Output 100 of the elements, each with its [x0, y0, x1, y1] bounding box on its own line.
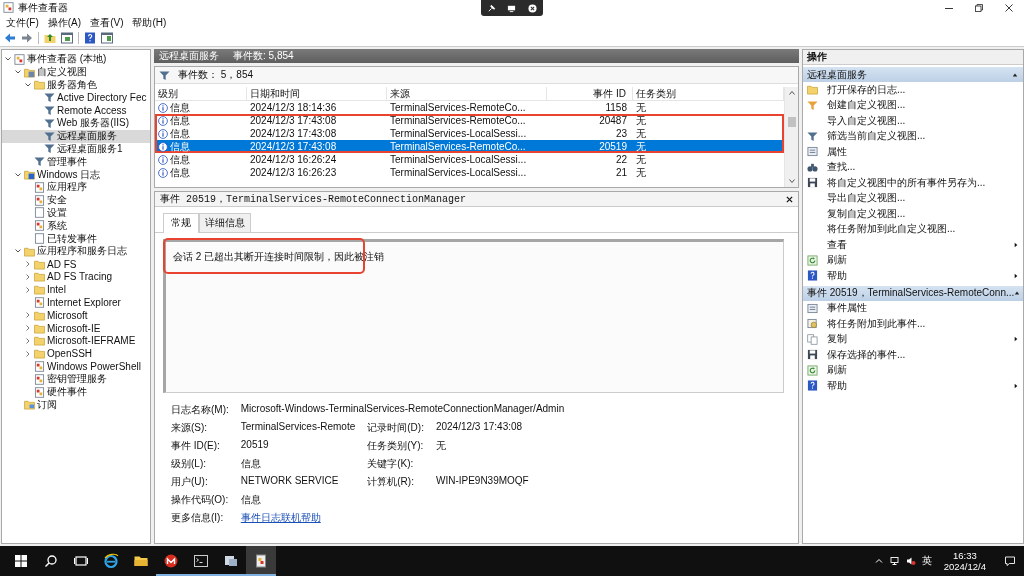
tree-item[interactable]: 服务器角色	[2, 78, 150, 92]
action-item[interactable]: 导入自定义视图...	[803, 113, 1023, 129]
tree-item[interactable]: 已转发事件	[2, 232, 150, 245]
action-item[interactable]: 筛选当前自定义视图...	[803, 128, 1023, 144]
action-item[interactable]: 属性	[803, 144, 1023, 160]
tree-item[interactable]: 硬件事件	[2, 385, 150, 399]
chevron-right-icon[interactable]	[24, 349, 32, 358]
tree-item[interactable]: OpenSSH	[2, 347, 150, 361]
action-item[interactable]: 创建自定义视图...	[803, 97, 1023, 113]
folder-up-icon[interactable]	[44, 32, 56, 44]
tree-item[interactable]: 安全	[2, 193, 150, 207]
pin-icon[interactable]	[486, 3, 496, 13]
table-row[interactable]: 信息 2024/12/3 17:43:08 TerminalServices-LocalSessi... 23 无	[155, 127, 784, 140]
tree-item[interactable]: 管理事件	[2, 155, 150, 169]
section-header[interactable]: 事件 20519，TerminalServices-RemoteConn...	[803, 285, 1023, 301]
tree-item[interactable]: Web 服务器(IIS)	[2, 117, 150, 130]
menu-item[interactable]: 帮助(H)	[132, 15, 167, 30]
tree-item[interactable]: AD FS Tracing	[2, 270, 150, 284]
action-item[interactable]: 导出自定义视图...	[803, 190, 1023, 206]
tree-item[interactable]: Intel	[2, 283, 150, 297]
scroll-up-icon[interactable]	[787, 89, 796, 97]
action-item[interactable]: 打开保存的日志...	[803, 82, 1023, 98]
network-icon[interactable]	[889, 556, 900, 566]
action-item[interactable]: 查看	[803, 237, 1023, 253]
chevron-right-icon[interactable]	[24, 336, 32, 345]
tree-item[interactable]: Remote Access	[2, 104, 150, 117]
action-item[interactable]: 将任务附加到此自定义视图...	[803, 221, 1023, 237]
tree-item[interactable]: Microsoft-IEFRAME	[2, 334, 150, 348]
console-icon[interactable]	[61, 32, 73, 44]
table-cell-text: 20487	[598, 115, 628, 126]
collapse-arrow-icon[interactable]	[1012, 71, 1018, 78]
chevron-right-icon[interactable]	[24, 285, 32, 294]
console-icon[interactable]	[101, 32, 113, 44]
action-item[interactable]: 帮助	[803, 268, 1023, 284]
tree-item[interactable]: Internet Explorer	[2, 296, 150, 309]
action-item[interactable]: 复制	[803, 331, 1023, 347]
volume-muted-icon[interactable]	[905, 556, 916, 566]
tree-item[interactable]: 设置	[2, 206, 150, 220]
tree-item[interactable]: 订阅	[2, 398, 150, 412]
scroll-down-icon[interactable]	[787, 177, 796, 185]
monitor-icon[interactable]	[507, 3, 517, 13]
table-row[interactable]: 信息 2024/12/3 16:26:23 TerminalServices-LocalSessi... 21 无	[155, 166, 784, 179]
help-link[interactable]: 事件日志联机帮助	[240, 511, 321, 525]
action-item[interactable]: 帮助	[803, 378, 1023, 394]
tree-item[interactable]: 应用程序	[2, 180, 150, 194]
action-item[interactable]: 查找...	[803, 159, 1023, 175]
table-row[interactable]: 信息 2024/12/3 17:43:08 TerminalServices-RemoteCo... 20519 无	[155, 140, 784, 153]
tab[interactable]: 详细信息	[199, 213, 251, 232]
tree-item[interactable]: Windows PowerShell	[2, 360, 150, 373]
tab[interactable]: 常规	[163, 213, 199, 233]
column-header[interactable]: 来源	[387, 87, 547, 100]
tree-item[interactable]: 自定义视图	[2, 65, 150, 79]
table-row[interactable]: 信息 2024/12/3 17:43:08 TerminalServices-RemoteCo... 20487 无	[155, 114, 784, 127]
chevron-right-icon[interactable]	[24, 324, 32, 333]
tree-item[interactable]: 密钥管理服务	[2, 372, 150, 386]
notification-icon[interactable]	[1004, 555, 1016, 567]
tree-item[interactable]: Active Directory Fec	[2, 91, 150, 105]
tree-item[interactable]: 远程桌面服务1	[2, 142, 150, 156]
clock[interactable]: 16:33 2024/12/4	[937, 550, 992, 572]
tree-item[interactable]: Microsoft-IE	[2, 321, 150, 335]
action-item[interactable]: 事件属性	[803, 300, 1023, 316]
scroll-thumb[interactable]	[787, 117, 796, 127]
action-item[interactable]: 刷新	[803, 362, 1023, 378]
action-item[interactable]: 刷新	[803, 252, 1023, 268]
chevron-right-icon[interactable]	[24, 311, 32, 320]
action-item[interactable]: 保存选择的事件...	[803, 347, 1023, 363]
tree-item[interactable]: 远程桌面服务	[2, 129, 150, 143]
actions-header: 操作	[803, 50, 1023, 65]
tree-item[interactable]: 系统	[2, 219, 150, 233]
input-language[interactable]: 英	[921, 554, 932, 568]
table-row[interactable]: 信息 2024/12/3 18:14:36 TerminalServices-RemoteCo... 1158 无	[155, 101, 784, 114]
tree-item[interactable]: 应用程序和服务日志	[2, 244, 150, 258]
tree-item[interactable]: 事件查看器 (本地)	[2, 53, 150, 66]
close-icon[interactable]	[528, 3, 538, 13]
column-header[interactable]: 级别	[155, 87, 247, 100]
column-header[interactable]: 事件 ID	[547, 87, 633, 100]
action-item[interactable]: 复制自定义视图...	[803, 206, 1023, 222]
chevron-right-icon[interactable]	[24, 272, 32, 281]
collapse-arrow-icon[interactable]	[1014, 290, 1021, 296]
chevron-right-icon[interactable]	[24, 260, 32, 269]
column-header[interactable]: 日期和时间	[247, 87, 387, 100]
table-row[interactable]: 信息 2024/12/3 16:26:24 TerminalServices-LocalSessi... 22 无	[155, 153, 784, 166]
menu-item[interactable]: 操作(A)	[47, 15, 82, 30]
action-item[interactable]: 将任务附加到此事件...	[803, 316, 1023, 332]
scrollbar[interactable]	[784, 87, 798, 187]
section-header[interactable]: 远程桌面服务	[803, 67, 1023, 82]
tree-item[interactable]: AD FS	[2, 257, 150, 271]
caret-up-icon[interactable]	[873, 556, 884, 566]
menu-item[interactable]: 查看(V)	[90, 15, 124, 30]
tree-item[interactable]: Windows 日志	[2, 168, 150, 181]
event-viewer-icon[interactable]	[246, 546, 276, 576]
action-item[interactable]: 将自定义视图中的所有事件另存为...	[803, 175, 1023, 191]
chevron-down-icon[interactable]	[14, 170, 22, 179]
chevron-down-icon[interactable]	[24, 81, 32, 89]
back-arrow-icon[interactable]	[4, 32, 16, 44]
tree-item[interactable]: Microsoft	[2, 308, 150, 322]
menu-item[interactable]: 文件(F)	[6, 15, 39, 30]
close-icon[interactable]	[786, 195, 793, 203]
forward-arrow-icon[interactable]	[21, 32, 33, 44]
help-icon[interactable]	[84, 32, 96, 44]
